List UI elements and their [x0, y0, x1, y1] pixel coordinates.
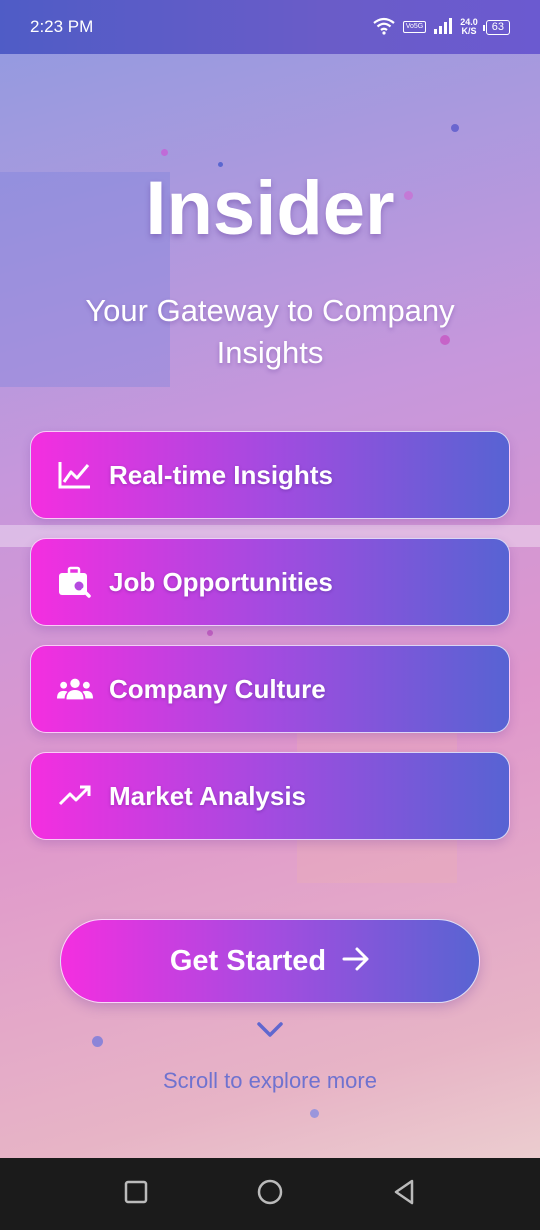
- wifi-icon: [373, 17, 395, 38]
- get-started-label: Get Started: [169, 944, 327, 977]
- signal-icon: [434, 17, 453, 37]
- background-dot: [92, 1036, 103, 1047]
- status-bar: 2:23 PM Vo5G 24.0 K/S 63: [0, 0, 540, 54]
- feature-label: Job Opportunities: [109, 566, 333, 597]
- background-dot: [207, 630, 213, 636]
- battery-level: 63: [491, 20, 504, 33]
- briefcase-search-icon: [57, 564, 93, 600]
- volte-badge: Vo5G: [402, 21, 427, 33]
- feature-card-job-opportunities[interactable]: Job Opportunities: [30, 538, 510, 626]
- feature-card-company-culture[interactable]: Company Culture: [30, 645, 510, 733]
- people-group-icon: [57, 671, 93, 707]
- chevron-down-icon[interactable]: [255, 1018, 285, 1042]
- system-nav-bar: [0, 1158, 540, 1230]
- network-speed: 24.0 K/S: [460, 18, 478, 36]
- network-speed-unit: K/S: [461, 26, 477, 36]
- status-icons: Vo5G 24.0 K/S 63: [373, 17, 510, 38]
- line-chart-icon: [57, 457, 93, 493]
- feature-card-market-analysis[interactable]: Market Analysis: [30, 752, 510, 840]
- app-subtitle: Your Gateway to Company Insights: [85, 293, 455, 370]
- trending-up-icon: [57, 778, 93, 814]
- feature-card-realtime-insights[interactable]: Real-time Insights: [30, 431, 510, 519]
- home-icon[interactable]: [257, 1179, 283, 1210]
- feature-label: Market Analysis: [109, 780, 307, 811]
- background-dot: [161, 149, 168, 156]
- arrow-right-icon: [342, 946, 370, 977]
- feature-label: Company Culture: [109, 673, 326, 704]
- status-time: 2:23 PM: [30, 17, 94, 36]
- battery-icon: 63: [482, 19, 510, 35]
- scroll-hint: Scroll to explore more: [163, 1068, 377, 1093]
- feature-label: Real-time Insights: [109, 459, 333, 490]
- recent-apps-icon[interactable]: [124, 1180, 148, 1209]
- background-dot: [451, 124, 459, 132]
- back-icon[interactable]: [392, 1179, 416, 1210]
- app-title: Insider: [145, 166, 395, 251]
- get-started-button[interactable]: Get Started: [60, 919, 480, 1003]
- background-dot: [310, 1109, 319, 1118]
